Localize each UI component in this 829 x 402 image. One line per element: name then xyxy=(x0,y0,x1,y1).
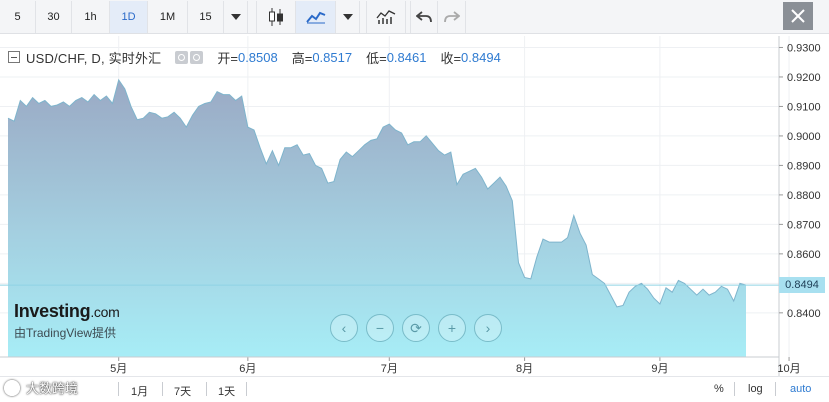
watermark-logo-icon xyxy=(4,379,20,396)
investing-branding[interactable]: Investing.com 由TradingView提供 xyxy=(14,301,120,341)
low-label: 低= xyxy=(366,50,387,66)
high-value: 0.8517 xyxy=(312,49,353,65)
range-7-days-button[interactable]: 7天 xyxy=(174,383,191,399)
log-scale-button[interactable]: log xyxy=(748,383,763,395)
auto-scale-button[interactable]: auto xyxy=(790,383,811,395)
divider xyxy=(246,382,247,396)
chart-navigation: ‹ − ⟳ + › xyxy=(330,314,502,342)
tradingview-credit: 由TradingView提供 xyxy=(14,326,117,340)
plus-icon: + xyxy=(447,320,457,336)
chevron-right-icon: › xyxy=(485,320,491,336)
bottom-toolbar: 1月 7天 1天 % log auto xyxy=(0,376,829,402)
y-tick-label: 0.9100 xyxy=(787,101,821,113)
divider xyxy=(162,382,163,396)
range-1-day-button[interactable]: 1天 xyxy=(218,383,235,399)
y-tick-label: 0.8400 xyxy=(787,308,821,320)
current-price-tag: 0.8494 xyxy=(779,277,825,294)
y-tick-label: 0.8600 xyxy=(787,249,821,261)
investing-logo: Investing.com xyxy=(14,301,120,321)
zoom-in-button[interactable]: + xyxy=(438,314,466,342)
chart-legend: USD/CHF, D, 实时外汇 开= 0.8508 高= 0.8517 低= 0.8… xyxy=(8,47,501,67)
percent-scale-button[interactable]: % xyxy=(714,383,724,395)
x-tick-label: 8月 xyxy=(516,363,533,375)
zoom-out-button[interactable]: − xyxy=(366,314,394,342)
y-tick-label: 0.9000 xyxy=(787,131,821,143)
refresh-icon: ⟳ xyxy=(410,319,422,336)
divider xyxy=(118,382,119,396)
x-tick-label: 6月 xyxy=(239,363,256,375)
y-tick-label: 0.8800 xyxy=(787,190,821,202)
watermark: 大数跨境 xyxy=(4,378,78,397)
divider xyxy=(734,382,735,396)
divider xyxy=(775,382,776,396)
x-tick-label: 9月 xyxy=(651,363,668,375)
close-value: 0.8494 xyxy=(461,49,501,65)
y-tick-label: 0.8900 xyxy=(787,160,821,172)
x-tick-label: 10月 xyxy=(777,363,800,375)
close-label: 收= xyxy=(440,50,462,66)
reset-view-button[interactable]: ⟳ xyxy=(402,314,430,342)
y-tick-label: 0.9200 xyxy=(787,72,821,84)
divider xyxy=(206,382,207,396)
scroll-left-button[interactable]: ‹ xyxy=(330,314,358,342)
y-tick-label: 0.8700 xyxy=(787,219,821,231)
settings-gear-icon[interactable] xyxy=(190,50,204,64)
low-value: 0.8461 xyxy=(386,49,427,65)
minus-icon: − xyxy=(375,320,385,336)
range-1-month-button[interactable]: 1月 xyxy=(131,383,148,399)
open-value: 0.8508 xyxy=(237,49,278,65)
y-tick-label: 0.9300 xyxy=(787,42,821,54)
high-label: 高= xyxy=(291,50,313,66)
symbol-title: USD/CHF, D, 实时外汇 xyxy=(26,50,162,66)
open-label: 开= xyxy=(217,50,238,66)
time-axis[interactable]: 5月 6月 7月 8月 9月 10月 xyxy=(0,356,801,375)
watermark-text: 大数跨境 xyxy=(26,381,79,396)
scroll-right-button[interactable]: › xyxy=(474,314,502,342)
collapse-legend-icon[interactable] xyxy=(8,51,20,63)
x-tick-label: 7月 xyxy=(381,363,398,375)
chevron-left-icon: ‹ xyxy=(341,320,347,336)
x-tick-label: 5月 xyxy=(110,363,127,375)
eye-icon[interactable] xyxy=(175,50,189,64)
